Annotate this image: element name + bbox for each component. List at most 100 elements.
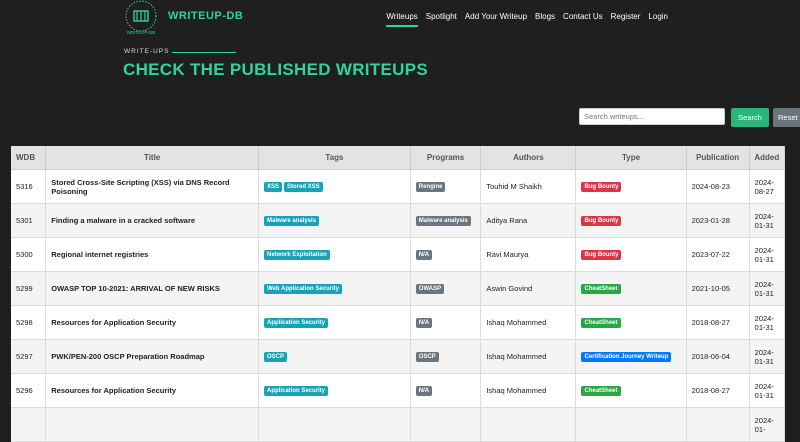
cell-title[interactable]: Finding a malware in a cracked software (45, 203, 259, 238)
cell-author: Ishaq Mohammed (480, 339, 577, 374)
type-badge: Certification Journey Writeup (581, 352, 672, 362)
cell-publication: 2021-10-05 (686, 271, 750, 306)
cell-title[interactable]: Resources for Application Security (45, 305, 259, 340)
nav-writeups[interactable]: Writeups (386, 12, 418, 27)
program-badge[interactable]: N/A (415, 318, 433, 328)
cell-programs (410, 407, 482, 442)
cell-tags: Web Application Security (258, 271, 411, 306)
cell-publication (686, 407, 750, 442)
cell-wdb: 5298 (11, 305, 47, 340)
writeups-table: WDB Title Tags Programs Authors Type Pub… (11, 146, 786, 442)
tag-badge[interactable]: Stored XSS (284, 182, 323, 192)
nav-blogs[interactable]: Blogs (535, 12, 555, 27)
type-badge: CheatSheet (581, 386, 621, 396)
cell-added: 2024-01-31 (749, 373, 786, 408)
cell-author: Touhid M Shaikh (480, 169, 577, 204)
cell-title[interactable] (45, 407, 259, 442)
cell-tags: OSCP (258, 339, 411, 374)
type-badge: CheatSheet (581, 284, 621, 294)
program-badge[interactable]: Rengine (415, 182, 446, 192)
tag-badge[interactable]: Application Security (263, 318, 328, 328)
cell-type: Bug Bounty (575, 237, 687, 272)
col-tags[interactable]: Tags (258, 146, 411, 170)
cell-author: Ravi Maurya (480, 237, 577, 272)
table-body: 5316 Stored Cross-Site Scripting (XSS) vi… (11, 169, 786, 442)
tag-badge[interactable]: OSCP (263, 352, 287, 362)
program-badge[interactable]: Malware analysis (415, 216, 471, 226)
page-title: CHECK THE PUBLISHED WRITEUPS (123, 60, 428, 79)
cell-wdb: 5300 (11, 237, 47, 272)
table-row[interactable]: 5296 Resources for Application Security Ap… (11, 373, 786, 408)
col-publication[interactable]: Publication (686, 146, 750, 170)
tag-badge[interactable]: Web Application Security (263, 284, 342, 294)
table-row[interactable]: 5316 Stored Cross-Site Scripting (XSS) vi… (11, 169, 786, 204)
cell-title[interactable]: OWASP TOP 10-2021: ARRIVAL OF NEW RISKS (45, 271, 259, 306)
cell-author: Aswin Govind (480, 271, 577, 306)
col-authors[interactable]: Authors (480, 146, 577, 170)
cell-publication: 2018-06-04 (686, 339, 750, 374)
program-badge[interactable]: OSCP (415, 352, 439, 362)
cell-publication: 2024-08-23 (686, 169, 750, 204)
program-badge[interactable]: N/A (415, 250, 433, 260)
table-row[interactable]: 5299 OWASP TOP 10-2021: ARRIVAL OF NEW RI… (11, 271, 786, 306)
cell-programs: Malware analysis (410, 203, 482, 238)
table-row[interactable]: 5297 PWK/PEN-200 OSCP Preparation Roadmap… (11, 339, 786, 374)
cell-author (480, 407, 577, 442)
search-button[interactable]: Search (731, 108, 769, 127)
cell-type: Certification Journey Writeup (575, 339, 687, 374)
cell-tags: XSS Stored XSS (258, 169, 411, 204)
cell-title[interactable]: Stored Cross-Site Scripting (XSS) via DN… (45, 169, 259, 204)
cell-title[interactable]: Resources for Application Security (45, 373, 259, 408)
cell-type: CheatSheet (575, 271, 687, 306)
cell-wdb (11, 407, 47, 442)
col-type[interactable]: Type (575, 146, 687, 170)
nav-spotlight[interactable]: Spotlight (426, 12, 457, 27)
table-row[interactable]: 5301 Finding a malware in a cracked softw… (11, 203, 786, 238)
reset-button[interactable]: Reset (773, 108, 800, 127)
cell-programs: N/A (410, 305, 482, 340)
cell-type: Bug Bounty (575, 169, 687, 204)
col-title[interactable]: Title (45, 146, 259, 170)
cell-added: 2024-01- (749, 407, 786, 442)
cell-added: 2024-01-31 (749, 237, 786, 272)
cell-tags: Malware analysis (258, 203, 411, 238)
tag-badge[interactable]: Application Security (263, 386, 328, 396)
cell-publication: 2018-08-27 (686, 305, 750, 340)
tag-badge[interactable]: Malware analysis (263, 216, 320, 226)
col-wdb[interactable]: WDB (11, 146, 47, 170)
nav-contact[interactable]: Contact Us (563, 12, 603, 27)
cell-author: Ishaq Mohammed (480, 305, 577, 340)
search-input[interactable] (579, 108, 725, 125)
table-row[interactable]: 5298 Resources for Application Security Ap… (11, 305, 786, 340)
cell-title[interactable]: PWK/PEN-200 OSCP Preparation Roadmap (45, 339, 259, 374)
cell-added: 2024-01-31 (749, 203, 786, 238)
cell-programs: Rengine (410, 169, 482, 204)
cell-type (575, 407, 687, 442)
nav-register[interactable]: Register (611, 12, 641, 27)
program-badge[interactable]: N/A (415, 386, 433, 396)
cell-author: Ishaq Mohammed (480, 373, 577, 408)
cell-added: 2024-01-31 (749, 271, 786, 306)
cell-title[interactable]: Regional internet registries (45, 237, 259, 272)
program-badge[interactable]: OWASP (415, 284, 445, 294)
tag-badge[interactable]: Network Exploitation (263, 250, 330, 260)
tag-badge[interactable]: XSS (263, 182, 282, 192)
table-row[interactable]: 5300 Regional internet registries Network … (11, 237, 786, 272)
nav-login[interactable]: Login (648, 12, 668, 27)
brand-name[interactable]: WRITEUP-DB (168, 10, 243, 22)
nav-add-writeup[interactable]: Add Your Writeup (465, 12, 527, 27)
col-added[interactable]: Added (749, 146, 786, 170)
cell-wdb: 5299 (11, 271, 47, 306)
cell-tags: Application Security (258, 373, 411, 408)
table-row[interactable]: 2024-01- (11, 407, 786, 442)
logo-icon[interactable]: WRITEUP-DB (120, 0, 162, 36)
cell-publication: 2023-07-22 (686, 237, 750, 272)
cell-programs: OSCP (410, 339, 482, 374)
cell-wdb: 5316 (11, 169, 47, 204)
col-programs[interactable]: Programs (410, 146, 482, 170)
type-badge: Bug Bounty (581, 216, 622, 226)
cell-type: Bug Bounty (575, 203, 687, 238)
main-nav: Writeups Spotlight Add Your Writeup Blog… (386, 12, 668, 27)
cell-tags (258, 407, 411, 442)
cell-publication: 2023-01-28 (686, 203, 750, 238)
